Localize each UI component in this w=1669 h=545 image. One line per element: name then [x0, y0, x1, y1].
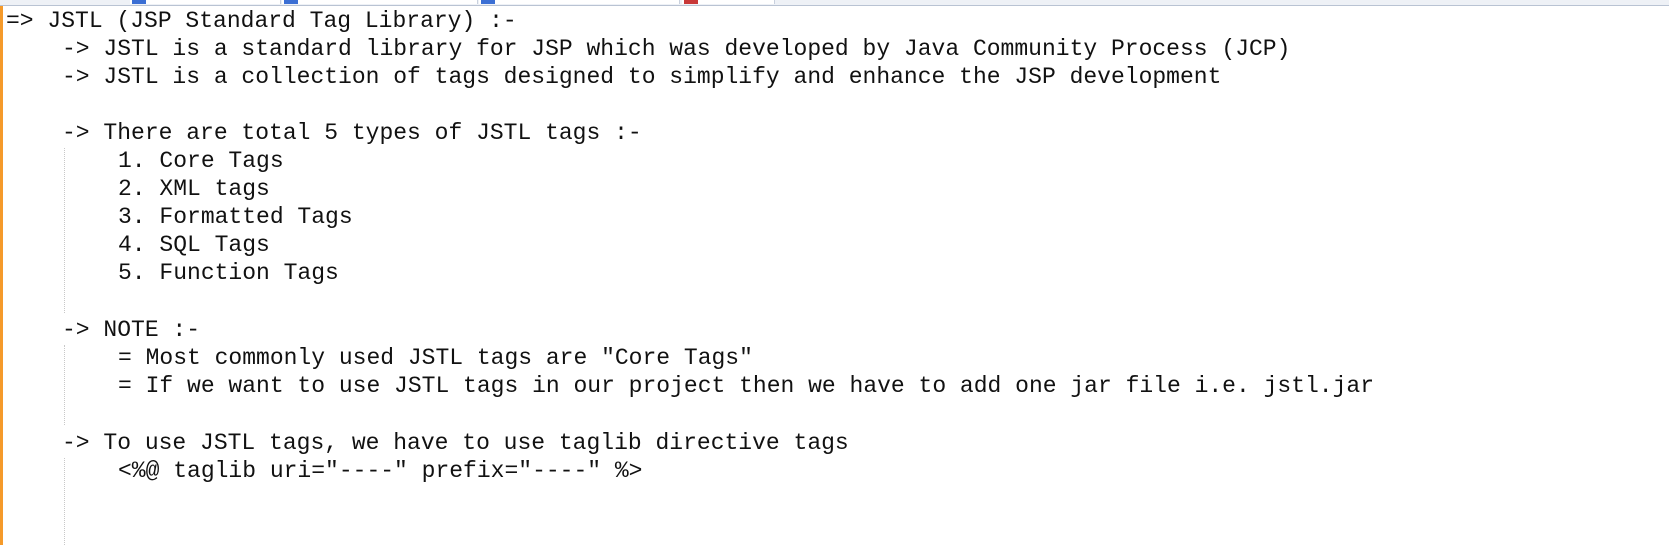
text-editor[interactable]: => JSTL (JSP Standard Tag Library) :- ->… — [0, 6, 1669, 545]
indent-guide — [64, 458, 65, 545]
file-icon — [481, 0, 495, 4]
file-icon — [284, 0, 298, 4]
editor-line: = Most commonly used JSTL tags are "Core… — [118, 345, 753, 371]
editor-line: -> To use JSTL tags, we have to use tagl… — [62, 430, 849, 456]
editor-line: 5. Function Tags — [118, 260, 339, 286]
tab-partial-4[interactable] — [682, 0, 775, 4]
tab-partial-2[interactable] — [282, 0, 478, 4]
editor-line: => JSTL (JSP Standard Tag Library) :- — [6, 8, 517, 34]
editor-line: = If we want to use JSTL tags in our pro… — [118, 373, 1375, 399]
tab-partial-1[interactable] — [130, 0, 281, 4]
editor-line: 4. SQL Tags — [118, 232, 270, 258]
indent-guide — [64, 345, 65, 425]
editor-line: -> JSTL is a collection of tags designed… — [62, 64, 1222, 90]
editor-line: -> JSTL is a standard library for JSP wh… — [62, 36, 1291, 62]
editor-line: -> There are total 5 types of JSTL tags … — [62, 120, 642, 146]
indent-guide — [64, 148, 65, 313]
editor-line: -> NOTE :- — [62, 317, 201, 343]
editor-line: 2. XML tags — [118, 176, 270, 202]
tab-partial-3[interactable] — [479, 0, 680, 4]
editor-line: 1. Core Tags — [118, 148, 284, 174]
file-icon — [132, 0, 146, 4]
editor-line: 3. Formatted Tags — [118, 204, 353, 230]
file-icon — [684, 0, 698, 4]
editor-line: <%@ taglib uri="----" prefix="----" %> — [118, 458, 643, 484]
